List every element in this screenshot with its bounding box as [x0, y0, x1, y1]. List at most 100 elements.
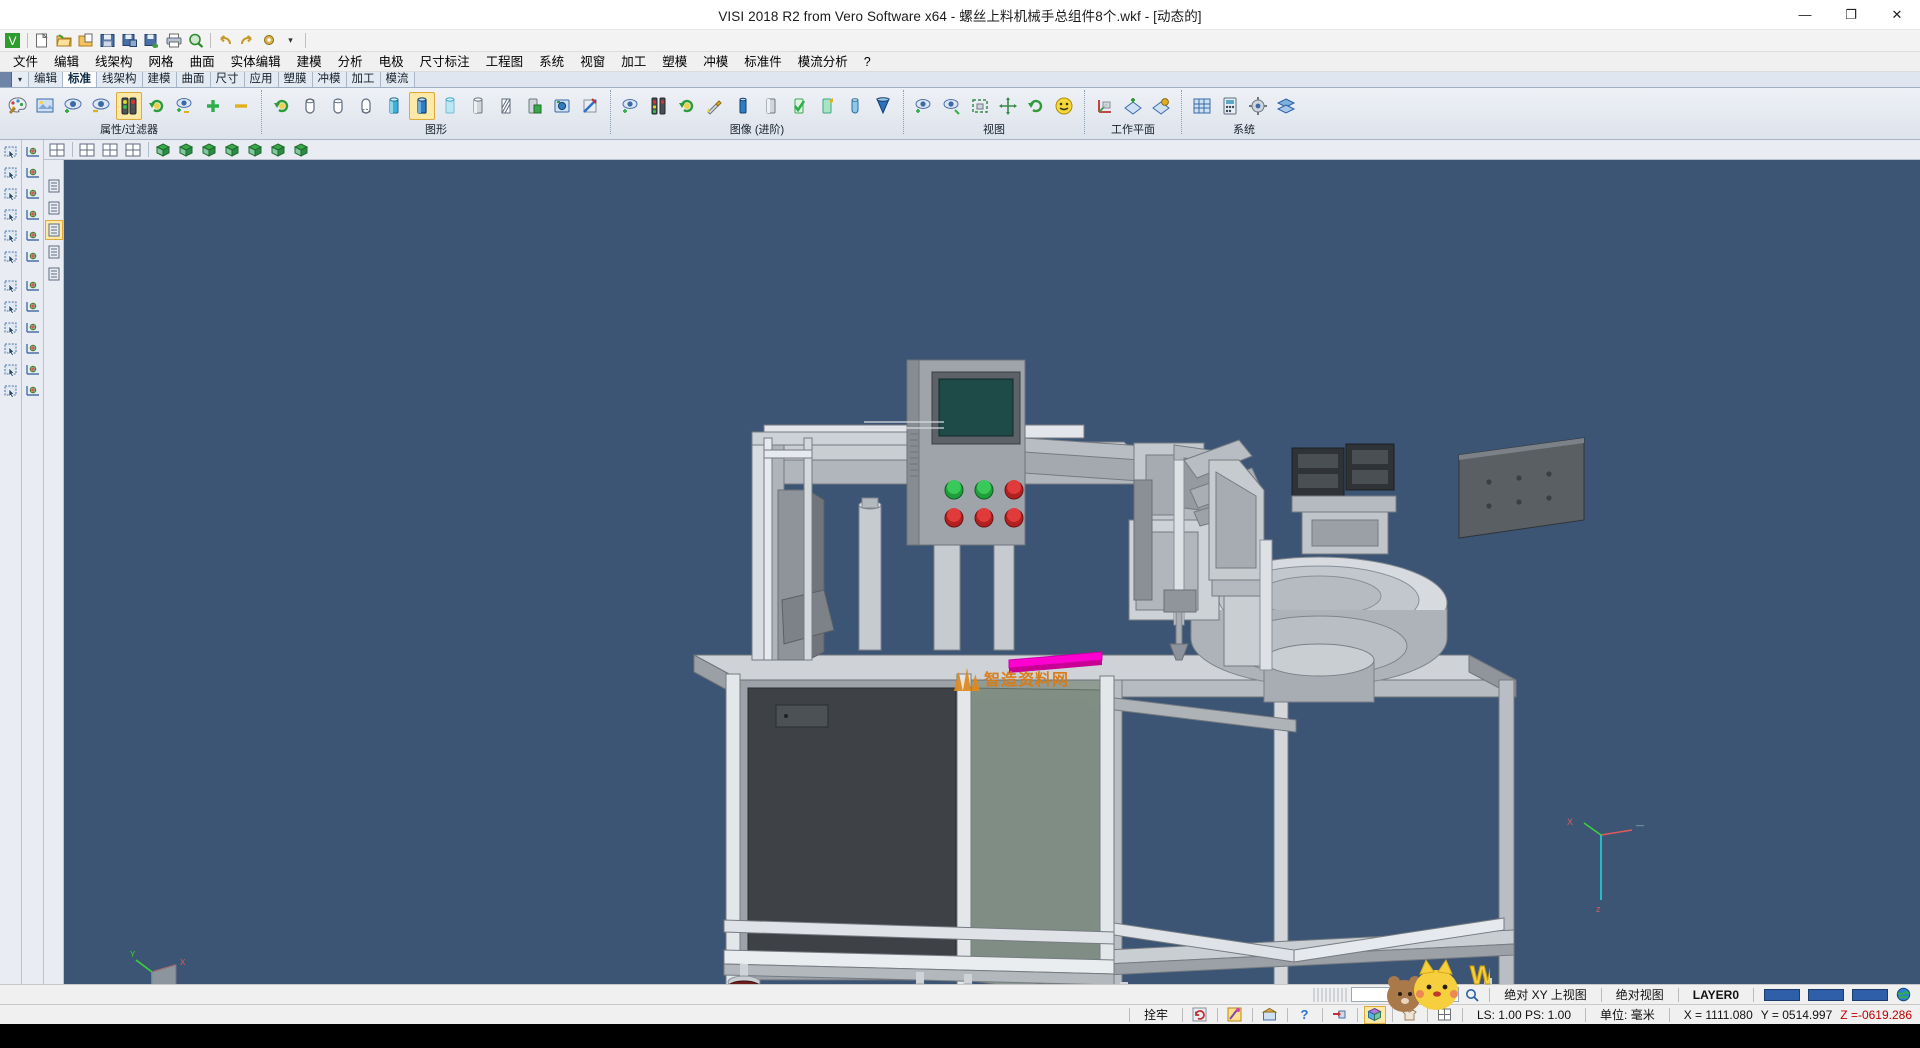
pan-view-icon[interactable]: [995, 92, 1021, 120]
smiley-view-icon[interactable]: [1051, 92, 1077, 120]
dynamic-view-icon[interactable]: [618, 92, 644, 120]
panel-properties-icon[interactable]: [45, 198, 63, 218]
tab-建模[interactable]: 建模: [143, 72, 177, 87]
panel-tree-icon[interactable]: [45, 176, 63, 196]
print-preview-icon[interactable]: [185, 31, 206, 51]
view-mode-label[interactable]: 绝对视图: [1608, 986, 1672, 1003]
undo-icon[interactable]: [214, 31, 235, 51]
snap-quadrant-icon[interactable]: [23, 226, 43, 246]
color-chip-1[interactable]: [1764, 989, 1800, 1001]
sys-calc-icon[interactable]: [1217, 92, 1243, 120]
view-top-icon[interactable]: [198, 141, 220, 159]
save-all-icon[interactable]: [141, 31, 162, 51]
snap-end-icon[interactable]: [23, 142, 43, 162]
menu-item-17[interactable]: 模流分析: [790, 52, 856, 72]
select-layer-icon[interactable]: [1, 205, 21, 225]
redo-icon[interactable]: [236, 31, 257, 51]
check-render-icon[interactable]: [786, 92, 812, 120]
snap-none-icon[interactable]: [23, 360, 43, 380]
cone-render-icon[interactable]: [870, 92, 896, 120]
status-help-icon[interactable]: ?: [1294, 1006, 1316, 1024]
grey-shade-mode-icon[interactable]: [465, 92, 491, 120]
toggle-visibility-icon[interactable]: [172, 92, 198, 120]
new-file-icon[interactable]: [31, 31, 52, 51]
menu-item-5[interactable]: 实体编辑: [223, 52, 289, 72]
section-view-icon[interactable]: [493, 92, 519, 120]
view-left-icon[interactable]: [244, 141, 266, 159]
color-chip-2[interactable]: [1808, 989, 1844, 1001]
regenerate-icon[interactable]: [269, 92, 295, 120]
zoom-fit-icon[interactable]: [967, 92, 993, 120]
shaded-mode-icon[interactable]: [381, 92, 407, 120]
select-entity-icon[interactable]: [1, 142, 21, 162]
image-capture-icon[interactable]: [549, 92, 575, 120]
panel-layers-icon[interactable]: [45, 220, 63, 240]
lock-label[interactable]: 拴牢: [1136, 1006, 1176, 1023]
snap-settings-icon[interactable]: [23, 381, 43, 401]
select-group-icon[interactable]: [1, 339, 21, 359]
status-shirt-icon[interactable]: [1399, 1006, 1421, 1024]
status-refresh-icon[interactable]: [1189, 1006, 1211, 1024]
menu-item-3[interactable]: 网格: [141, 52, 182, 72]
hide-entity-icon[interactable]: [88, 92, 114, 120]
view-bottom-icon[interactable]: [290, 141, 312, 159]
hidden-dashed-mode-icon[interactable]: [353, 92, 379, 120]
model-canvas[interactable]: X Y Z X — z: [64, 160, 1920, 984]
tab-曲面[interactable]: 曲面: [177, 72, 211, 87]
tab-标准[interactable]: 标准: [63, 72, 97, 87]
layer-label[interactable]: LAYER0: [1685, 988, 1747, 1002]
menu-item-2[interactable]: 线架构: [87, 52, 141, 72]
add-visible-icon[interactable]: [200, 92, 226, 120]
status-magic-icon[interactable]: [1224, 1006, 1246, 1024]
select-filter-icon[interactable]: [1, 381, 21, 401]
select-color-icon[interactable]: [1, 226, 21, 246]
transparent-mode-icon[interactable]: [437, 92, 463, 120]
show-entity-icon[interactable]: [60, 92, 86, 120]
menu-item-0[interactable]: 文件: [5, 52, 46, 72]
wp-new-icon[interactable]: [1120, 92, 1146, 120]
color-chip-3[interactable]: [1852, 989, 1888, 1001]
tab-冲模[interactable]: 冲模: [313, 72, 347, 87]
viewport[interactable]: X Y Z X — z: [44, 140, 1920, 984]
tab-线架构[interactable]: 线架构: [97, 72, 143, 87]
view-layout-quad-icon[interactable]: [99, 141, 121, 159]
select-chain-icon[interactable]: [1, 184, 21, 204]
menu-item-8[interactable]: 电极: [371, 52, 412, 72]
app-logo-icon[interactable]: V: [2, 31, 23, 51]
advanced-render-icon[interactable]: [674, 92, 700, 120]
ribbon-handle[interactable]: [0, 72, 12, 87]
select-none-icon[interactable]: [1, 318, 21, 338]
tab-模流[interactable]: 模流: [381, 72, 415, 87]
panel-assembly-icon[interactable]: [45, 242, 63, 262]
menu-item-12[interactable]: 视窗: [572, 52, 613, 72]
menu-item-14[interactable]: 塑模: [654, 52, 695, 72]
zoom-all-icon[interactable]: [939, 92, 965, 120]
menu-item-10[interactable]: 工程图: [478, 52, 532, 72]
view-layout-split-icon[interactable]: [122, 141, 144, 159]
tab-尺寸[interactable]: 尺寸: [211, 72, 245, 87]
rotate-view-icon[interactable]: [1023, 92, 1049, 120]
save-icon[interactable]: [97, 31, 118, 51]
select-last-icon[interactable]: [1, 360, 21, 380]
close-button[interactable]: ✕: [1874, 0, 1920, 30]
color-palette-icon[interactable]: [4, 92, 30, 120]
view-right-icon[interactable]: [221, 141, 243, 159]
hidden-line-mode-icon[interactable]: [325, 92, 351, 120]
remove-visible-icon[interactable]: [228, 92, 254, 120]
view-back-icon[interactable]: [267, 141, 289, 159]
select-window-icon[interactable]: [1, 163, 21, 183]
snap-grid-icon[interactable]: [23, 339, 43, 359]
clear-render-icon[interactable]: [577, 92, 603, 120]
tab-应用[interactable]: 应用: [245, 72, 279, 87]
zoom-window-icon[interactable]: [911, 92, 937, 120]
wireframe-mode-icon[interactable]: [297, 92, 323, 120]
panel-history-icon[interactable]: [45, 264, 63, 284]
view-iso-icon[interactable]: [152, 141, 174, 159]
tab-塑膜[interactable]: 塑膜: [279, 72, 313, 87]
sys-grid-icon[interactable]: [1189, 92, 1215, 120]
status-box-icon[interactable]: [1259, 1006, 1281, 1024]
open-copy-icon[interactable]: [75, 31, 96, 51]
menu-item-7[interactable]: 分析: [330, 52, 371, 72]
chevron-down-icon[interactable]: ▾: [12, 72, 29, 87]
solid-render-icon[interactable]: [758, 92, 784, 120]
